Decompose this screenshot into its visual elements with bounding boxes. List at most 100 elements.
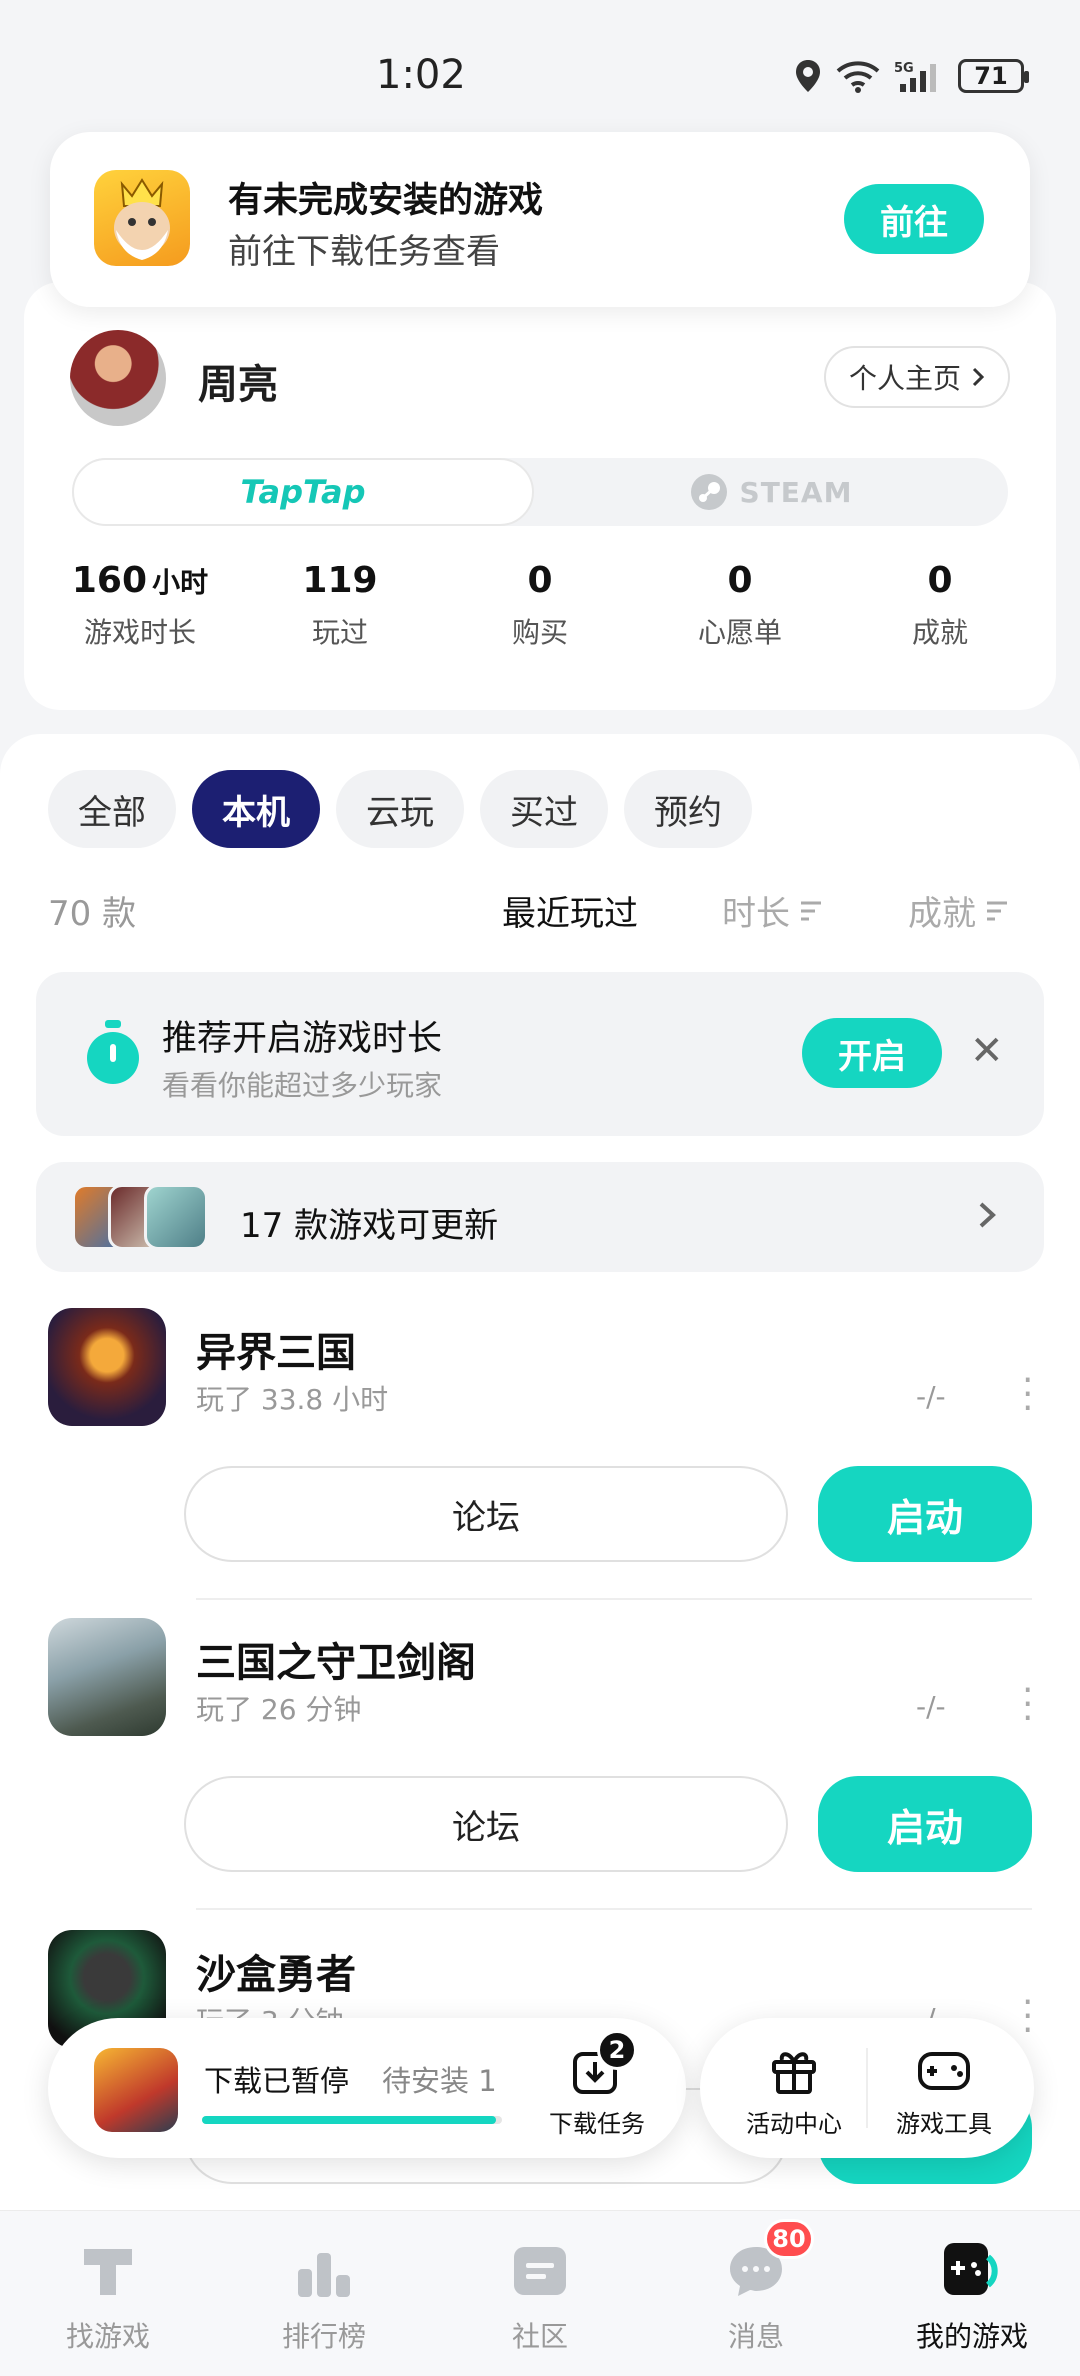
- more-icon[interactable]: · · ·: [1022, 1363, 1033, 1427]
- filter-chips: 全部 本机 云玩 买过 预约: [48, 770, 752, 848]
- homepage-label: 个人主页: [848, 362, 961, 395]
- more-icon[interactable]: · · ·: [1022, 1985, 1033, 2049]
- notice-subtitle: 前往下载任务查看: [228, 232, 500, 272]
- stat-label: 购买: [511, 616, 568, 649]
- sort-icon: [801, 901, 821, 920]
- game-tools-label: 游戏工具: [896, 2110, 992, 2138]
- stat-value: 0: [927, 560, 953, 601]
- game-app-icon: [94, 170, 190, 266]
- game-name: 异界三国: [196, 1330, 356, 1376]
- taptap-logo-icon: [84, 2249, 132, 2295]
- game-tools-button[interactable]: 游戏工具: [874, 2044, 1014, 2139]
- stopwatch-icon: [87, 1020, 139, 1084]
- sort-recent[interactable]: 最近玩过: [502, 886, 638, 935]
- forum-button[interactable]: 论坛: [184, 1776, 788, 1872]
- stat-value: 0: [527, 560, 553, 601]
- steam-icon: [690, 474, 727, 510]
- filter-bought[interactable]: 买过: [480, 770, 608, 848]
- sort-duration-label: 时长: [722, 894, 790, 934]
- update-thumbnails: [72, 1184, 212, 1250]
- nav-messages[interactable]: 80 消息: [648, 2219, 864, 2355]
- game-item: 三国之守卫剑阁 玩了 26 分钟 -/- · · · 论坛 启动: [0, 1618, 1080, 1918]
- download-progress-fill: [202, 2116, 496, 2124]
- filter-all[interactable]: 全部: [48, 770, 176, 848]
- stat-achievements[interactable]: 0 成就: [840, 560, 1040, 651]
- go-button[interactable]: 前往: [844, 184, 984, 254]
- steam-label: STEAM: [739, 475, 853, 509]
- svg-text:5G: 5G: [894, 61, 914, 76]
- community-icon: [514, 2247, 566, 2295]
- game-name: 沙盒勇者: [196, 1952, 356, 1998]
- filter-cloud[interactable]: 云玩: [336, 770, 464, 848]
- divider: [196, 1908, 1032, 1910]
- platform-switch: TapTap STEAM: [72, 458, 1008, 526]
- game-thumbnail: [144, 1184, 208, 1250]
- nav-label: 社区: [511, 2320, 568, 2353]
- install-notice-card[interactable]: 有未完成安装的游戏 前往下载任务查看 前往: [50, 132, 1030, 307]
- game-achievement: -/-: [916, 1690, 946, 1723]
- status-icons: 5G 71: [794, 58, 1029, 94]
- stats-row: 160 小时 游戏时长 119 玩过 0 购买 0 心愿单 0 成就: [24, 560, 1056, 651]
- forum-button[interactable]: 论坛: [184, 1466, 788, 1562]
- sort-achievement[interactable]: 成就: [908, 886, 1010, 935]
- username: 周亮: [198, 362, 278, 408]
- sort-recent-label: 最近玩过: [502, 894, 638, 934]
- message-badge: 80: [764, 2219, 814, 2259]
- stat-label: 成就: [911, 616, 968, 649]
- divider: [866, 2048, 868, 2128]
- game-icon[interactable]: [48, 1308, 166, 1426]
- gamepad-icon: [918, 2052, 970, 2090]
- my-games-icon: [944, 2243, 998, 2295]
- tab-steam[interactable]: STEAM: [534, 458, 1008, 526]
- activity-center-label: 活动中心: [746, 2110, 842, 2138]
- nav-label: 找游戏: [65, 2320, 150, 2353]
- personal-homepage-button[interactable]: 个人主页: [824, 346, 1010, 408]
- download-tasks-button[interactable]: 2 下载任务: [542, 2030, 652, 2139]
- nav-community[interactable]: 社区: [432, 2239, 648, 2355]
- tools-bar: 活动中心 游戏工具: [700, 2018, 1034, 2158]
- game-playtime: 玩了 33.8 小时: [196, 1383, 389, 1416]
- game-playtime: 玩了 26 分钟: [196, 1693, 362, 1726]
- more-icon[interactable]: · · ·: [1022, 1673, 1033, 1737]
- updates-row[interactable]: 17 款游戏可更新: [36, 1162, 1044, 1272]
- game-name: 三国之守卫剑阁: [196, 1640, 476, 1686]
- nav-rankings[interactable]: 排行榜: [216, 2239, 432, 2355]
- launch-button[interactable]: 启动: [818, 1776, 1032, 1872]
- nav-label: 我的游戏: [915, 2320, 1028, 2353]
- nav-find-games[interactable]: 找游戏: [0, 2239, 216, 2355]
- download-task-label: 下载任务: [549, 2110, 645, 2138]
- game-item: 异界三国 玩了 33.8 小时 -/- · · · 论坛 启动: [0, 1308, 1080, 1608]
- stat-value: 0: [727, 560, 753, 601]
- close-icon[interactable]: ✕: [970, 1028, 1004, 1074]
- chevron-right-icon: [972, 367, 985, 387]
- stat-playtime[interactable]: 160 小时 游戏时长: [40, 560, 240, 651]
- stat-unit: 小时: [152, 566, 209, 599]
- download-status-bar[interactable]: 下载已暂停 待安装 1 2 下载任务: [48, 2018, 686, 2158]
- activity-center-button[interactable]: 活动中心: [724, 2044, 864, 2139]
- stat-played[interactable]: 119 玩过: [240, 560, 440, 651]
- sort-icon: [987, 901, 1007, 920]
- wifi-icon: [836, 61, 880, 93]
- pending-install: 待安装 1: [382, 2064, 497, 2098]
- game-icon[interactable]: [48, 1618, 166, 1736]
- nav-my-games[interactable]: 我的游戏: [864, 2239, 1080, 2355]
- nav-label: 排行榜: [281, 2320, 366, 2353]
- recommend-title: 推荐开启游戏时长: [162, 1019, 443, 1059]
- stat-label: 玩过: [311, 616, 368, 649]
- launch-button[interactable]: 启动: [818, 1466, 1032, 1562]
- download-progress: [202, 2116, 502, 2124]
- filter-reserved[interactable]: 预约: [624, 770, 752, 848]
- enable-playtime-button[interactable]: 开启: [802, 1018, 942, 1088]
- download-status: 下载已暂停: [204, 2064, 350, 2098]
- stat-value: 160: [71, 560, 148, 601]
- tab-taptap[interactable]: TapTap: [72, 458, 534, 526]
- downloading-game-icon: [94, 2048, 178, 2132]
- sort-duration[interactable]: 时长: [722, 886, 824, 935]
- avatar[interactable]: [70, 330, 166, 426]
- updates-text: 17 款游戏可更新: [240, 1206, 499, 1246]
- filter-local[interactable]: 本机: [192, 770, 320, 848]
- stat-purchased[interactable]: 0 购买: [440, 560, 640, 651]
- location-icon: [796, 60, 820, 92]
- stat-wishlist[interactable]: 0 心愿单: [640, 560, 840, 651]
- recommend-subtitle: 看看你能超过多少玩家: [162, 1069, 443, 1102]
